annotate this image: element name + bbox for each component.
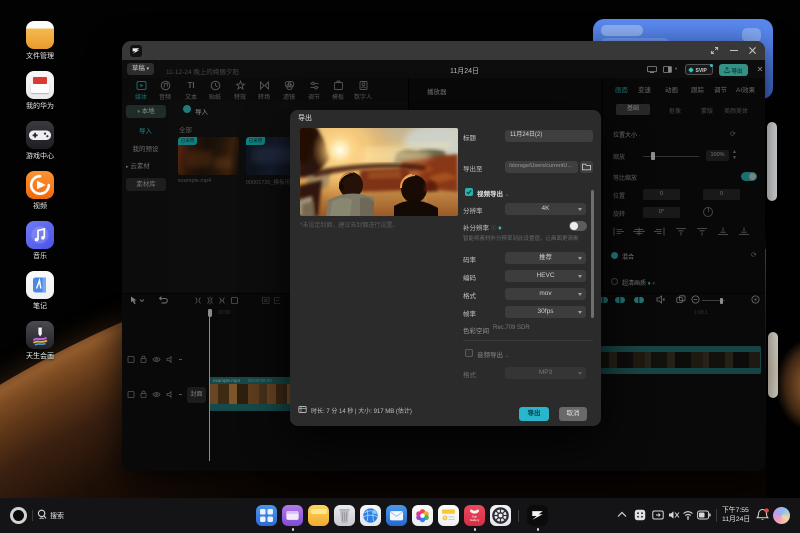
svg-text:Gallery: Gallery: [470, 518, 480, 522]
